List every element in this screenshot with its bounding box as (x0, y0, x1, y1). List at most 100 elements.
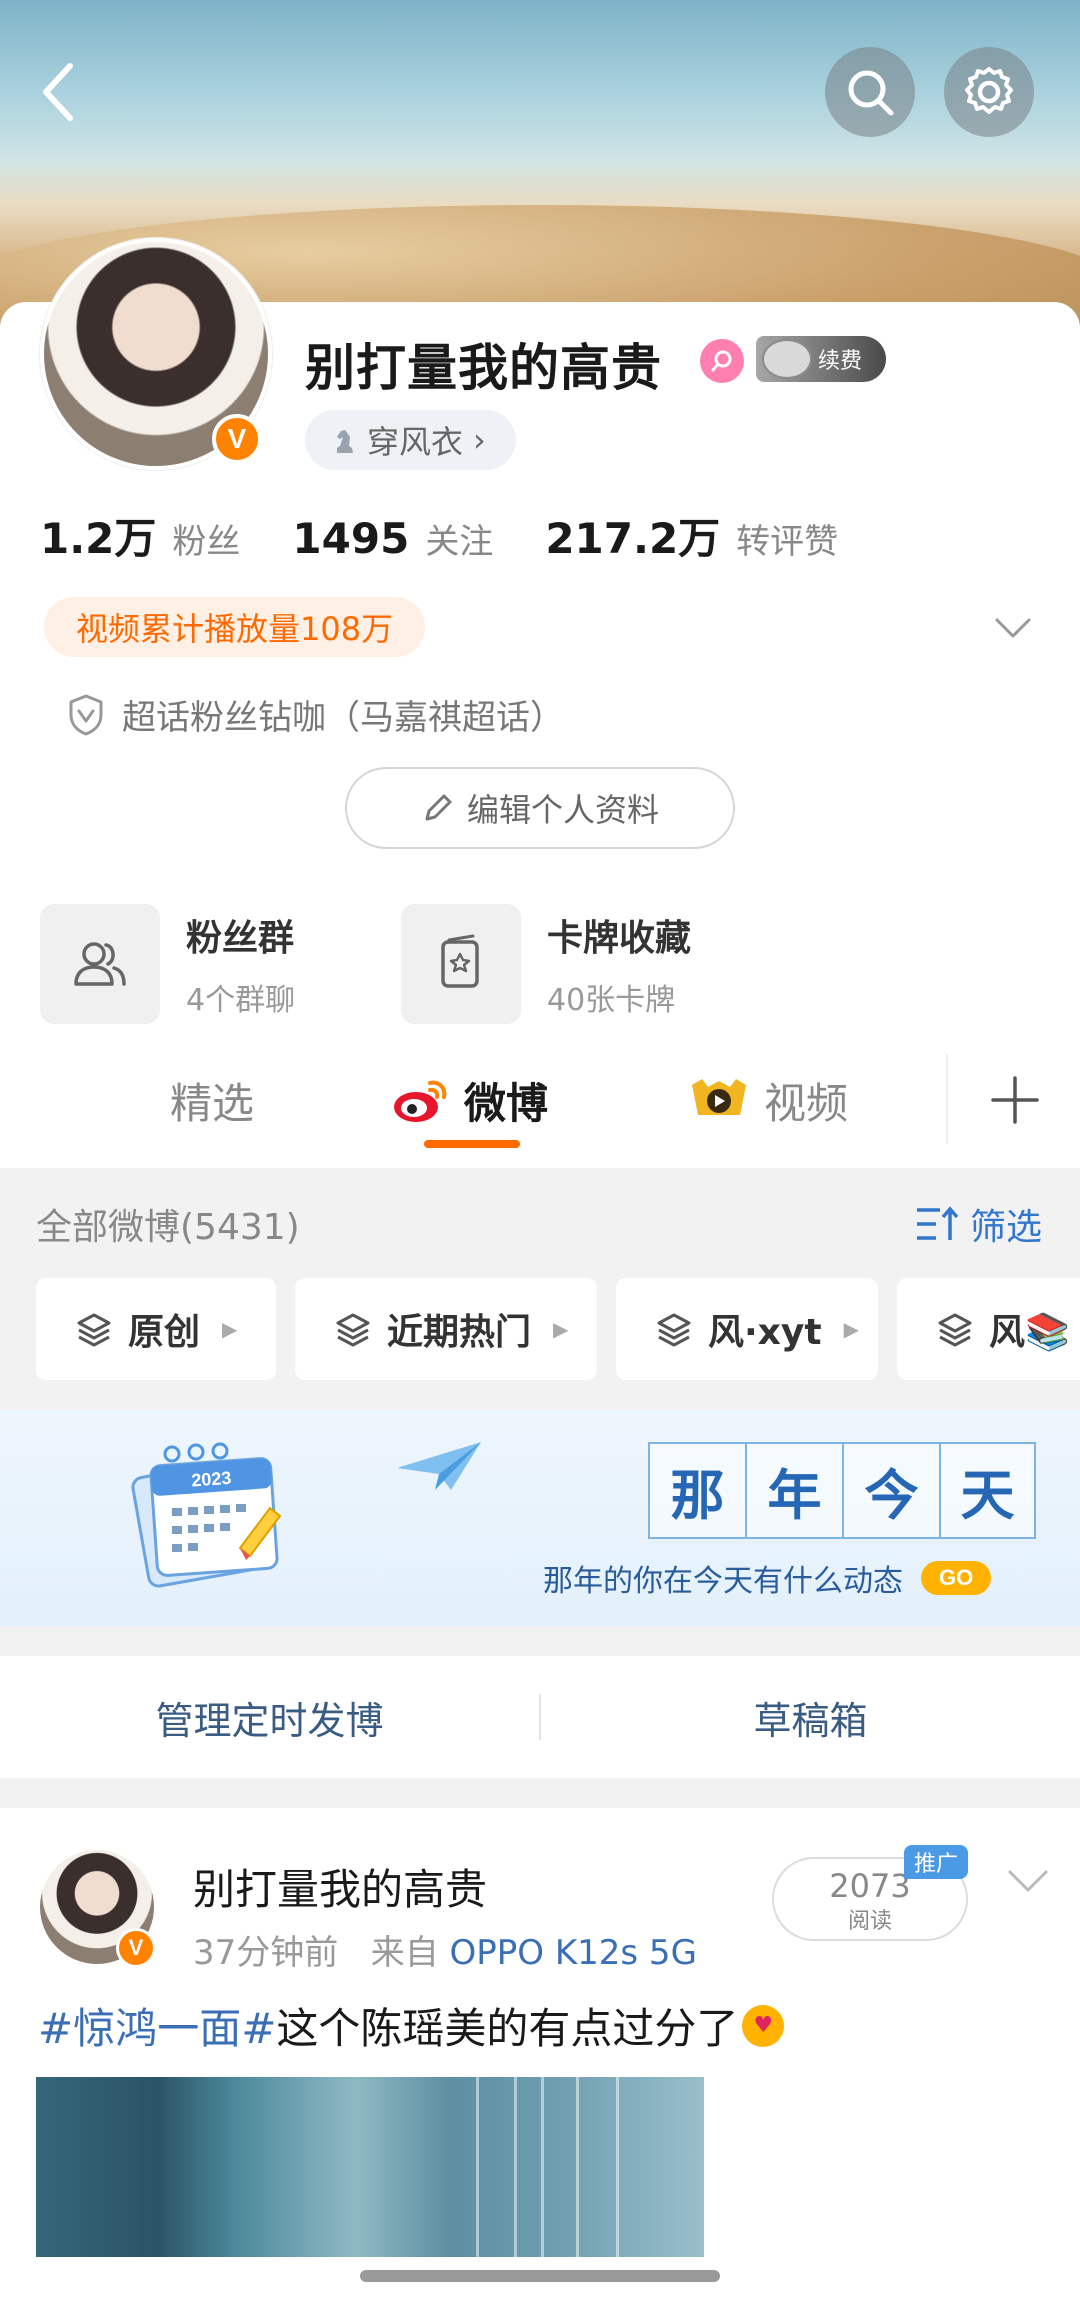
card-collection-icon (441, 934, 479, 988)
supertopic-label: 超话粉丝钻咖（马嘉祺超话） (122, 698, 564, 738)
triangle-right-icon: ▶ (553, 1317, 569, 1341)
shield-icon (69, 694, 103, 735)
title-char: 年 (745, 1442, 842, 1539)
chevron-down-icon (995, 618, 1031, 638)
go-button[interactable]: GO (921, 1561, 992, 1595)
edit-profile-label: 编辑个人资料 (466, 791, 659, 829)
on-this-day-subtitle: 那年的你在今天有什么动态 GO (543, 1556, 992, 1600)
title-char: 今 (842, 1442, 939, 1539)
tile-title: 卡牌收藏 (547, 918, 692, 959)
verified-badge: V (116, 1928, 156, 1968)
layers-icon (938, 1313, 972, 1347)
profile-tag-label: 穿风衣 (367, 423, 464, 461)
feed-filter-section: 全部微博(5431) 筛选 原创 ▶ 近期热门 ▶ 风·xyt ▶ 风📚 (0, 1168, 1080, 1410)
tile-icon-box (40, 904, 160, 1024)
video-play-count-badge[interactable]: 视频累计播放量108万 (44, 597, 426, 657)
stat-label: 粉丝 (172, 522, 241, 562)
stat-label: 关注 (425, 522, 494, 562)
settings-button[interactable] (944, 47, 1034, 137)
image-detail (476, 2077, 479, 2257)
on-this-day-text: 那年的你在今天有什么动态 (543, 1564, 903, 1599)
post-body: 这个陈瑶美的有点过分了 (276, 2004, 739, 2053)
calendar-year: 2023 (191, 1468, 232, 1491)
fan-group-tile[interactable]: 粉丝群 4个群聊 (40, 904, 295, 1024)
on-this-day-banner[interactable]: 2023 那 年 今 天 那年的你在今天有什么动态 GO (0, 1410, 1080, 1626)
video-play-icon (692, 1079, 746, 1115)
edit-profile-button[interactable]: 编辑个人资料 (345, 767, 735, 849)
tab-label: 微博 (464, 1078, 549, 1128)
filter-chip-feng-xyt[interactable]: 风·xyt ▶ (616, 1278, 878, 1380)
tab-label: 精选 (170, 1078, 255, 1128)
tab-video[interactable]: 视频 (688, 1040, 848, 1160)
filter-chip-feng-books[interactable]: 风📚 (897, 1278, 1080, 1380)
tab-divider (946, 1054, 948, 1144)
stat-value: 1.2万 (40, 514, 157, 563)
post-meta: 37分钟前 来自 OPPO K12s 5G (193, 1925, 697, 1974)
image-detail (616, 2077, 619, 2257)
group-icon (74, 942, 126, 986)
tile-subtitle: 4个群聊 (186, 983, 296, 1018)
heart-eyes-emoji-icon: ♥ (742, 2004, 785, 2047)
member-badge-icon[interactable] (700, 339, 744, 383)
chip-label: 风📚 (989, 1312, 1070, 1353)
paper-plane-icon (397, 1442, 481, 1490)
chevron-down-icon (1008, 1870, 1048, 1892)
chip-label: 近期热门 (387, 1312, 532, 1353)
post-time: 37分钟前 (193, 1933, 339, 1973)
layers-icon (77, 1313, 111, 1347)
gear-icon (965, 67, 1013, 114)
vip-renew-badge[interactable]: 续费 (756, 336, 886, 382)
crown-icon (762, 339, 812, 379)
post-device[interactable]: OPPO K12s 5G (450, 1933, 697, 1973)
search-button[interactable] (825, 47, 915, 137)
stat-label: 转评赞 (736, 522, 839, 562)
profile-username: 别打量我的高贵 (305, 339, 662, 397)
tile-icon-box (401, 904, 521, 1024)
tab-featured[interactable]: 精选 (170, 1040, 254, 1160)
plus-icon (991, 1076, 1039, 1124)
post-text: #惊鸿一面# 这个陈瑶美的有点过分了 ♥ (38, 1995, 785, 2056)
triangle-right-icon: ▶ (222, 1317, 238, 1341)
home-indicator[interactable] (360, 2270, 720, 2282)
post-menu-button[interactable] (1006, 1864, 1050, 1898)
title-char: 那 (648, 1442, 745, 1539)
post-author-name[interactable]: 别打量我的高贵 (193, 1856, 487, 1917)
back-button[interactable] (28, 52, 88, 132)
add-tab-button[interactable] (985, 1070, 1045, 1130)
stat-value: 217.2万 (545, 514, 721, 563)
promote-badge[interactable]: 推广 (904, 1845, 969, 1879)
chevron-left-icon (43, 63, 73, 121)
image-detail (514, 2077, 517, 2257)
read-label: 阅读 (847, 1909, 892, 1934)
profile-tag-chip[interactable]: 穿风衣 › (305, 410, 516, 470)
stat-followers[interactable]: 1.2万 粉丝 (40, 505, 240, 566)
post-image[interactable] (36, 2077, 704, 2257)
stat-following[interactable]: 1495 关注 (292, 514, 493, 563)
weibo-logo-icon (394, 1080, 447, 1122)
stat-value: 1495 (292, 514, 410, 563)
drafts-button[interactable]: 草稿箱 (541, 1656, 1080, 1778)
on-this-day-title: 那 年 今 天 (648, 1442, 1036, 1539)
all-weibo-count: 全部微博(5431) (36, 1207, 300, 1248)
post-hashtag[interactable]: #惊鸿一面# (38, 1995, 276, 2056)
stat-interactions[interactable]: 217.2万 转评赞 (545, 505, 838, 566)
pencil-icon (425, 794, 452, 821)
filter-chip-original[interactable]: 原创 ▶ (36, 1278, 276, 1380)
tile-title: 粉丝群 (186, 918, 295, 959)
calendar-icon: 2023 (131, 1442, 282, 1588)
card-collection-tile[interactable]: 卡牌收藏 40张卡牌 (401, 904, 691, 1024)
expand-profile-button[interactable] (993, 608, 1033, 648)
supertopic-badge[interactable]: 超话粉丝钻咖（马嘉祺超话） (66, 690, 564, 739)
tile-subtitle: 40张卡牌 (547, 983, 676, 1018)
layers-icon (657, 1313, 691, 1347)
chip-label: 原创 (128, 1312, 201, 1353)
tag-chevron-icon: › (473, 421, 486, 459)
filter-chip-recent-hot[interactable]: 近期热门 ▶ (295, 1278, 597, 1380)
layers-icon (336, 1313, 370, 1347)
active-tab-indicator (424, 1140, 520, 1148)
manage-scheduled-posts-button[interactable]: 管理定时发博 (0, 1656, 539, 1778)
vip-renew-label: 续费 (818, 349, 863, 374)
filter-label: 筛选 (969, 1207, 1042, 1248)
filter-button[interactable]: 筛选 (914, 1198, 1042, 1250)
post-source-prefix: 来自 (370, 1933, 439, 1973)
